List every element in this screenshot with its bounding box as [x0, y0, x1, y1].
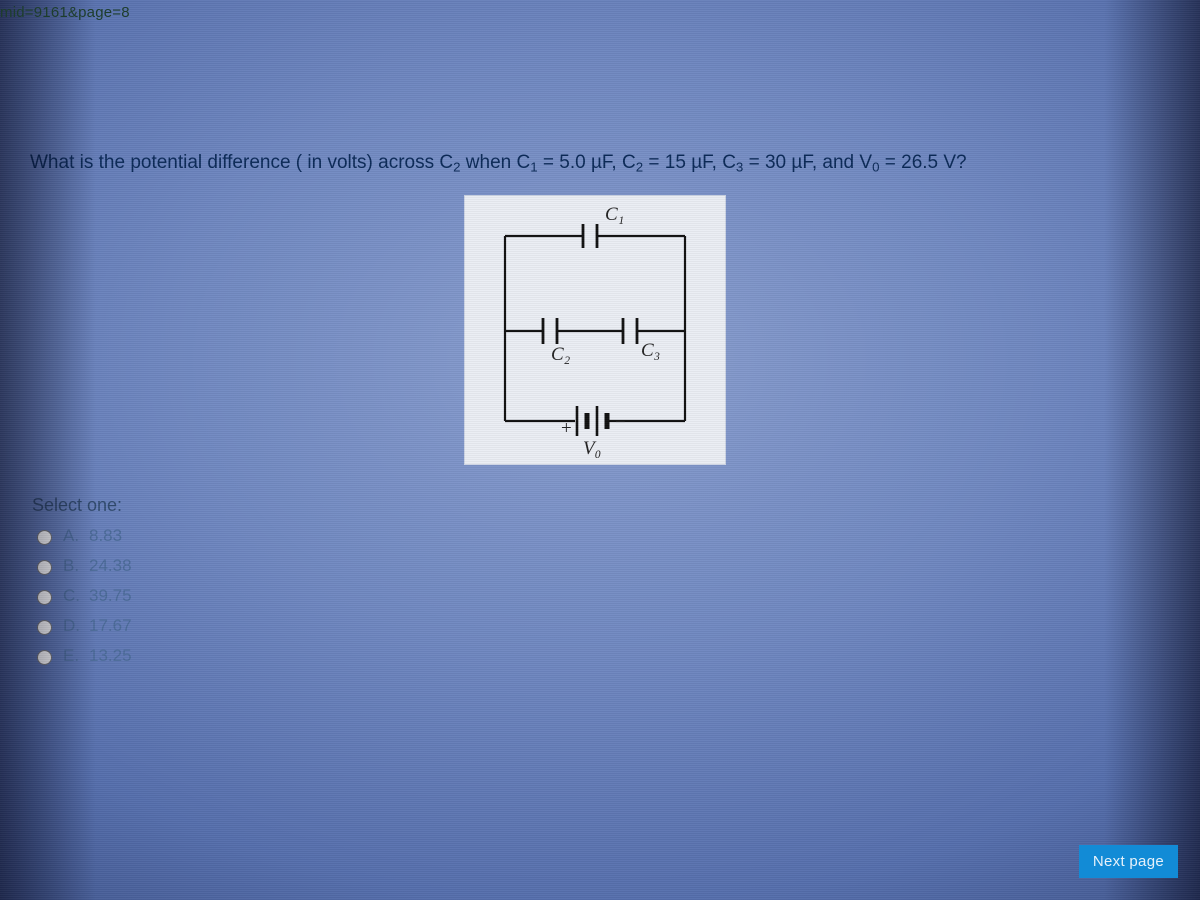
q-sub: 2 [636, 159, 643, 174]
label-v0: V₀ [583, 438, 601, 459]
option-value: 17.67 [89, 616, 132, 636]
option-letter: D. [63, 616, 81, 636]
option-letter: A. [63, 526, 81, 546]
q-part: when C [461, 152, 531, 173]
option-b[interactable]: B. 24.38 [32, 556, 1160, 576]
q-sub: 1 [530, 159, 537, 174]
option-value: 13.25 [89, 646, 132, 666]
label-c3: C₃ [641, 340, 660, 361]
option-letter: E. [63, 646, 81, 666]
option-e-radio[interactable] [37, 650, 52, 665]
question-card: What is the potential difference ( in vo… [30, 150, 1160, 850]
q-part: = 5.0 µF, C [538, 152, 636, 173]
option-letter: C. [63, 586, 81, 606]
q-part: = 30 µF, and V [743, 152, 872, 173]
option-letter: B. [63, 556, 81, 576]
option-value: 39.75 [89, 586, 132, 606]
option-c[interactable]: C. 39.75 [32, 586, 1160, 606]
option-d-radio[interactable] [37, 620, 52, 635]
question-text: What is the potential difference ( in vo… [30, 150, 1160, 177]
label-minus: − [615, 412, 626, 433]
next-page-button[interactable]: Next page [1079, 845, 1178, 878]
options-group: A. 8.83 B. 24.38 C. 39.75 D. 17.67 E. 13… [32, 526, 1160, 666]
q-sub: 2 [453, 159, 460, 174]
q-part: What is the potential difference ( in vo… [30, 152, 453, 173]
option-a[interactable]: A. 8.83 [32, 526, 1160, 546]
option-c-radio[interactable] [37, 590, 52, 605]
url-fragment: mid=9161&page=8 [0, 4, 130, 21]
q-part: = 15 µF, C [643, 152, 736, 173]
select-one-label: Select one: [32, 495, 1160, 516]
label-c2: C₂ [551, 344, 571, 365]
option-d[interactable]: D. 17.67 [32, 616, 1160, 636]
option-value: 24.38 [89, 556, 132, 576]
label-plus: + [561, 418, 572, 439]
label-c1: C₁ [605, 204, 624, 225]
q-part: = 26.5 V? [879, 152, 966, 173]
option-e[interactable]: E. 13.25 [32, 646, 1160, 666]
option-a-radio[interactable] [37, 530, 52, 545]
circuit-diagram: C₁ C₂ C₃ + − V₀ [464, 195, 726, 465]
option-b-radio[interactable] [37, 560, 52, 575]
option-value: 8.83 [89, 526, 122, 546]
